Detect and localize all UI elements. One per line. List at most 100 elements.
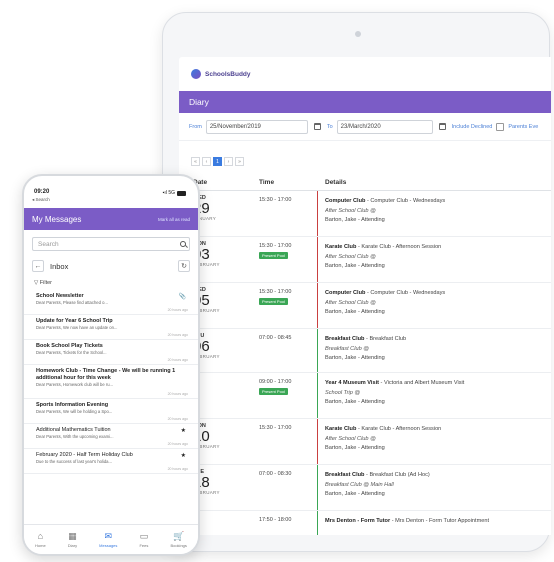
diary-row[interactable]: TUE18FEBRUARY07:00 - 08:30Breakfast Club… (179, 465, 551, 511)
message-title: Sports Information Evening (36, 402, 109, 408)
message-time: 20 hours ago (167, 417, 188, 421)
diary-row[interactable]: 17:50 - 18:00 Mrs Denton - Form Tutor - M… (179, 511, 551, 535)
tab-label: Home (35, 542, 46, 548)
event-attendee: Barton, Jake - Attending (325, 309, 385, 315)
status-badge: Present Pool (259, 252, 288, 259)
brand-name: SchoolsBuddy (205, 70, 251, 78)
event-subtitle: - Computer Club - Wednesdays (365, 290, 446, 296)
status-indicators: ▪ıl 5G (163, 190, 186, 196)
diary-table-body: WED29JANUARY15:30 - 17:00Computer Club -… (179, 191, 551, 535)
attendance-bar (317, 419, 318, 464)
message-time: 20 hours ago (167, 442, 188, 446)
pagination: « ‹ 1 › » (191, 157, 244, 166)
event-title: Year 4 Museum Visit (325, 380, 379, 386)
diary-row[interactable]: 09:00 - 17:00 Present Pool Year 4 Museum V… (179, 373, 551, 419)
message-item[interactable]: Homework Club - Time Change - We will be… (24, 365, 198, 399)
details-cell[interactable]: Computer Club - Computer Club - Wednesda… (325, 289, 545, 318)
attendance-bar (317, 511, 318, 535)
tab-messages[interactable]: ✉ Messages (99, 531, 117, 548)
calendar-icon[interactable] (438, 123, 446, 130)
message-item[interactable]: Update for Year 6 School Trip Dear Parent… (24, 315, 198, 340)
event-title: Mrs Denton - Form Tutor (325, 518, 391, 524)
tablet-camera (355, 31, 361, 37)
pager-page-button[interactable]: 1 (213, 157, 222, 166)
event-location: After School Club @ (325, 299, 376, 306)
event-subtitle: - Mrs Denton - Form Tutor Appointment (390, 518, 490, 524)
attendance-bar (317, 329, 318, 372)
status-time: 09:20 (34, 189, 50, 195)
tab-fees[interactable]: ▭ Fees (139, 531, 148, 548)
time-cell: 09:00 - 17:00 (259, 379, 292, 385)
diary-row[interactable]: THU06FEBRUARY07:00 - 08:45Breakfast Club… (179, 329, 551, 373)
message-time: 20 hours ago (167, 308, 188, 312)
search-input[interactable]: Search (32, 237, 190, 251)
tablet-frame: SchoolsBuddy Diary From 25/November/2019… (162, 12, 551, 552)
search-placeholder: Search (38, 240, 59, 248)
details-cell[interactable]: Breakfast Club - Breakfast Club (Ad Hoc)… (325, 471, 545, 500)
event-title: Breakfast Club (325, 336, 365, 342)
messages-title: My Messages (32, 214, 82, 224)
star-icon[interactable]: ★ (181, 427, 186, 434)
message-item[interactable]: School Newsletter Dear Parents, Please fi… (24, 290, 198, 315)
refresh-icon[interactable]: ↻ (178, 260, 190, 272)
event-location: Breakfast Club @ (325, 345, 369, 352)
message-preview: Dear Parents, Please find attached o... (36, 300, 108, 305)
event-title: Computer Club (325, 198, 366, 204)
time-cell: 17:50 - 18:00 (259, 517, 292, 523)
tab-home[interactable]: ⌂ Home (35, 531, 46, 548)
event-location: School Trip @ (325, 389, 361, 396)
from-date-input[interactable]: 25/November/2019 (205, 119, 308, 134)
phone-frame: 09:20 ◂ Search ▪ıl 5G My Messages Mark a… (22, 174, 200, 556)
tab-bookings[interactable]: 🛒 Bookings (170, 530, 187, 548)
event-subtitle: - Breakfast Club (364, 336, 407, 342)
bookings-icon: 🛒 (173, 530, 185, 541)
message-item[interactable]: Additional Mathematics Tuition Dear Paren… (24, 424, 198, 449)
attendance-bar (317, 283, 318, 328)
search-icon[interactable] (180, 241, 186, 247)
details-cell[interactable]: Karate Club - Karate Club - Afternoon Se… (325, 425, 545, 454)
star-icon[interactable]: ★ (181, 452, 186, 459)
attendance-bar (317, 237, 318, 282)
to-date-input[interactable]: 23/March/2020 (336, 119, 433, 134)
brand-header: SchoolsBuddy (179, 57, 551, 91)
event-title: Karate Club (325, 426, 357, 432)
event-location: After School Club @ (325, 253, 376, 260)
details-cell[interactable]: Computer Club - Computer Club - Wednesda… (325, 197, 545, 226)
details-cell[interactable]: Breakfast Club - Breakfast Club Breakfast… (325, 335, 545, 364)
details-cell[interactable]: Mrs Denton - Form Tutor - Mrs Denton - F… (325, 517, 545, 535)
event-attendee: Barton, Jake - Attending (325, 355, 385, 361)
pager-prev-button[interactable]: ‹ (202, 157, 211, 166)
details-cell[interactable]: Karate Club - Karate Club - Afternoon Se… (325, 243, 545, 272)
message-item[interactable]: Book School Play Tickets Dear Parents, Ti… (24, 340, 198, 365)
back-arrow-icon[interactable]: ← (32, 260, 44, 272)
filter-button[interactable]: ▽ Filter (34, 280, 52, 286)
parents-evening-checkbox[interactable] (496, 122, 505, 131)
message-item[interactable]: Sports Information Evening Dear Parents, … (24, 399, 198, 424)
message-preview: Dear Parents, With the upcoming exami... (36, 434, 114, 439)
diary-row[interactable]: WED05FEBRUARY15:30 - 17:00Present PoolCo… (179, 283, 551, 329)
pager-next-button[interactable]: › (224, 157, 233, 166)
message-item[interactable]: February 2020 - Half Term Holiday Club Du… (24, 449, 198, 474)
message-preview: Dear Parents, Homework club will be ru..… (36, 382, 114, 387)
diary-row[interactable]: WED29JANUARY15:30 - 17:00Computer Club -… (179, 191, 551, 237)
message-title: Homework Club - Time Change - We will be… (36, 368, 176, 381)
pager-last-button[interactable]: » (235, 157, 244, 166)
to-label: To (326, 123, 333, 130)
tablet-screen: SchoolsBuddy Diary From 25/November/2019… (179, 57, 551, 535)
message-time: 20 hours ago (167, 358, 188, 362)
calendar-icon[interactable] (313, 123, 321, 130)
details-cell[interactable]: Year 4 Museum Visit - Victoria and Alber… (325, 379, 545, 408)
diary-row[interactable]: MON03FEBRUARY15:30 - 17:00Present PoolKa… (179, 237, 551, 283)
message-time: 20 hours ago (167, 333, 188, 337)
filter-label: Filter (39, 280, 52, 286)
event-title: Breakfast Club (325, 472, 365, 478)
event-subtitle: - Victoria and Albert Museum Visit (379, 380, 465, 386)
pager-first-button[interactable]: « (191, 157, 200, 166)
attachment-icon[interactable]: 📎 (179, 293, 186, 300)
tab-label: Bookings (170, 542, 187, 548)
mark-all-read-button[interactable]: Mark all as read (158, 217, 190, 222)
time-cell: 15:30 - 17:00 (259, 197, 292, 203)
diary-row[interactable]: MON10FEBRUARY15:30 - 17:00Karate Club - … (179, 419, 551, 465)
tab-diary[interactable]: ▦ Diary (68, 531, 77, 548)
status-back-app[interactable]: ◂ Search (32, 197, 50, 203)
